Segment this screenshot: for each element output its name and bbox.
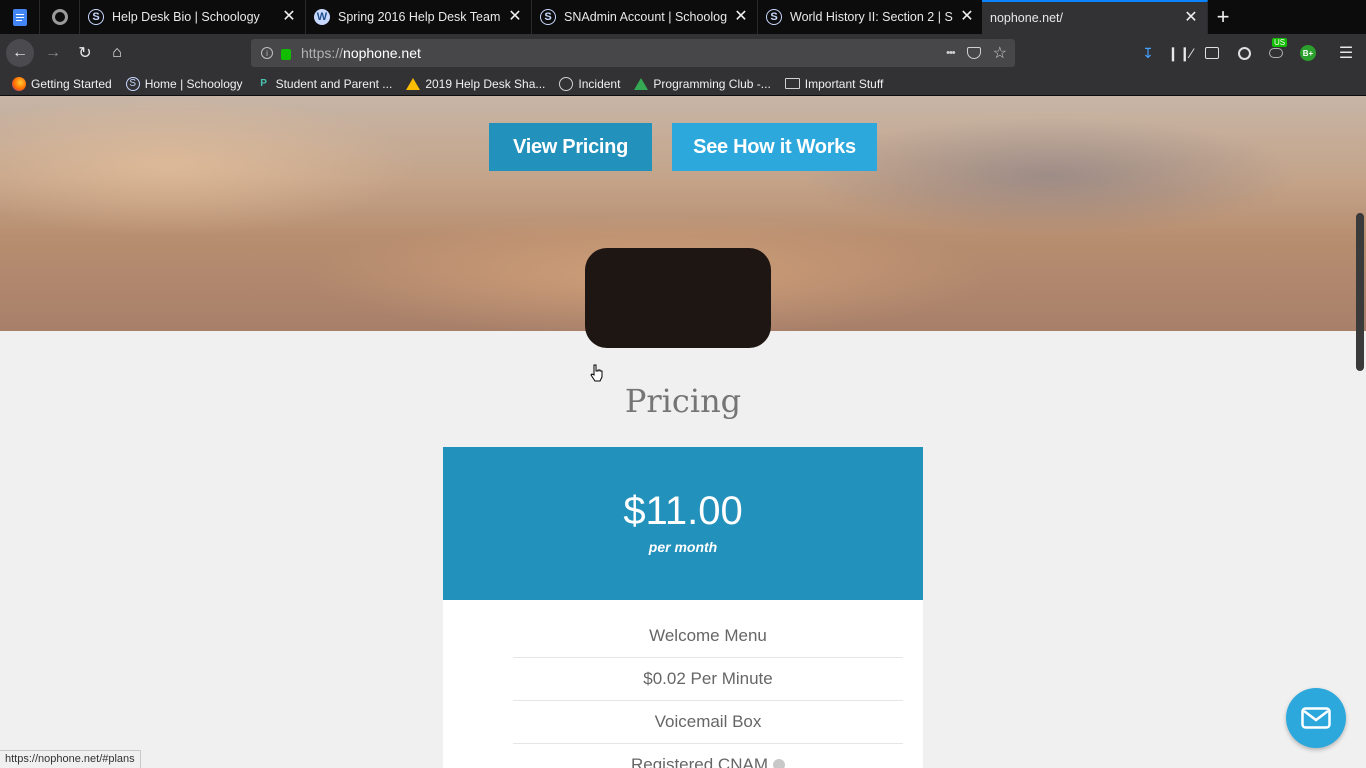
bookmark-important-stuff[interactable]: Important Stuff	[784, 76, 884, 91]
bookmark-label: Incident	[578, 76, 621, 91]
page-scrollbar-thumb[interactable]	[1356, 213, 1364, 371]
bookmark-label: Student and Parent ...	[275, 76, 393, 91]
url-scheme: https://	[301, 45, 344, 61]
pearson-icon: P	[260, 78, 267, 89]
info-icon[interactable]: i	[261, 47, 273, 59]
navigation-toolbar: ← → ↻ ⌂ i https:// nophone.net ••• ☆ ↧ ❙…	[0, 34, 1366, 72]
bookmark-star-icon[interactable]: ☆	[993, 43, 1007, 63]
reload-button[interactable]: ↻	[71, 39, 99, 67]
feature-item: $0.02 Per Minute	[513, 658, 903, 701]
profile-badge: B+	[1300, 45, 1316, 61]
feature-label: Registered CNAM	[631, 755, 768, 768]
page-scrollbar-track[interactable]	[1354, 96, 1366, 768]
pinned-tab-sync[interactable]	[40, 0, 80, 34]
feature-item: Registered CNAM	[513, 744, 903, 768]
hero-cloud	[0, 96, 420, 236]
back-button[interactable]: ←	[6, 39, 34, 67]
tab-spring-2016[interactable]: W Spring 2016 Help Desk Team – ✕	[306, 0, 532, 34]
hand-cursor-icon	[590, 364, 603, 382]
page-actions-icon[interactable]: •••	[946, 47, 956, 59]
browser-window: S Help Desk Bio | Schoology ✕ W Spring 2…	[0, 0, 1366, 768]
reload-icon: ↻	[78, 45, 92, 62]
tab-snadmin[interactable]: S SNAdmin Account | Schoology ✕	[532, 0, 758, 34]
feature-item: Welcome Menu	[513, 615, 903, 658]
tab-title: Help Desk Bio | Schoology	[112, 10, 260, 24]
bookmark-programming-club[interactable]: Programming Club -...	[634, 76, 771, 91]
sync-icon	[51, 9, 68, 25]
price-card-header: $11.00 per month	[443, 447, 923, 600]
downloads-icon[interactable]: ↧	[1138, 43, 1158, 63]
schoology-icon: S	[88, 9, 104, 25]
profile-avatar[interactable]: B+	[1298, 43, 1318, 63]
tab-title: Spring 2016 Help Desk Team –	[338, 10, 501, 24]
see-how-it-works-button[interactable]: See How it Works	[672, 123, 877, 171]
library-icon[interactable]: ❙❙⁄	[1167, 43, 1193, 63]
home-icon: ⌂	[112, 44, 122, 61]
home-button[interactable]: ⌂	[103, 39, 131, 67]
bookmark-label: Programming Club -...	[653, 76, 771, 91]
bookmark-home-schoology[interactable]: S Home | Schoology	[125, 76, 243, 91]
tab-title: World History II: Section 2 | Sch	[790, 10, 953, 24]
hamburger-menu-icon[interactable]: ☰	[1336, 43, 1356, 63]
google-drive-icon	[406, 77, 421, 90]
tab-nophone[interactable]: nophone.net/ ✕	[982, 0, 1208, 34]
pocket-icon[interactable]	[966, 47, 981, 59]
schoology-icon: S	[540, 9, 556, 25]
sidebar-icon[interactable]	[1202, 43, 1222, 63]
help-icon[interactable]	[773, 759, 785, 768]
firefox-icon	[12, 76, 26, 91]
pricing-heading: Pricing	[624, 382, 742, 420]
tab-title: nophone.net/	[990, 11, 1063, 25]
lock-icon[interactable]	[281, 48, 291, 60]
extension-badge: US	[1272, 38, 1288, 47]
view-pricing-button[interactable]: View Pricing	[489, 123, 652, 171]
contact-mail-button[interactable]	[1286, 688, 1346, 748]
tab-title: SNAdmin Account | Schoology	[564, 10, 727, 24]
bookmarks-toolbar: Getting Started S Home | Schoology P Stu…	[0, 72, 1366, 96]
price-period: per month	[648, 539, 718, 555]
url-host: nophone.net	[343, 45, 421, 61]
extension-icon[interactable]: US	[1266, 38, 1288, 63]
feature-item: Voicemail Box	[513, 701, 903, 744]
new-tab-button[interactable]: +	[1208, 0, 1238, 34]
price-amount: $11.00	[623, 489, 743, 533]
close-icon[interactable]: ✕	[281, 9, 297, 25]
bookmark-label: Getting Started	[31, 76, 112, 91]
hero-section: View Pricing See How it Works	[0, 96, 1366, 348]
url-bar[interactable]: i https:// nophone.net ••• ☆	[251, 39, 1015, 67]
schoology-icon: S	[125, 76, 140, 91]
phone-image	[585, 248, 771, 348]
folder-icon	[784, 78, 800, 89]
forward-button[interactable]: →	[39, 39, 67, 67]
price-card-features: Welcome Menu $0.02 Per Minute Voicemail …	[443, 600, 923, 768]
pinned-tab-docs[interactable]	[0, 0, 40, 34]
google-docs-icon	[12, 8, 27, 26]
bookmark-getting-started[interactable]: Getting Started	[12, 76, 112, 91]
close-icon[interactable]: ✕	[959, 9, 975, 25]
bookmark-incident[interactable]: Incident	[559, 76, 621, 91]
globe-icon	[559, 76, 574, 91]
google-drive-icon	[634, 77, 649, 90]
arrow-right-icon: →	[45, 44, 61, 61]
envelope-icon	[1301, 707, 1331, 729]
bookmark-label: 2019 Help Desk Sha...	[425, 76, 546, 91]
status-bar-url: https://nophone.net/#plans	[0, 750, 141, 768]
account-icon[interactable]	[1234, 43, 1254, 63]
tab-strip: S Help Desk Bio | Schoology ✕ W Spring 2…	[0, 0, 1366, 34]
arrow-left-icon: ←	[12, 44, 28, 61]
bookmark-help-desk-share[interactable]: 2019 Help Desk Sha...	[406, 77, 545, 91]
page-content: View Pricing See How it Works Pricing $1…	[0, 96, 1366, 768]
tab-help-desk-bio[interactable]: S Help Desk Bio | Schoology ✕	[80, 0, 306, 34]
close-icon[interactable]: ✕	[733, 9, 749, 25]
close-icon[interactable]: ✕	[1183, 10, 1199, 26]
bookmark-label: Important Stuff	[804, 76, 884, 91]
bookmark-student-parent[interactable]: P Student and Parent ...	[257, 76, 393, 91]
tab-world-history[interactable]: S World History II: Section 2 | Sch ✕	[758, 0, 984, 34]
close-icon[interactable]: ✕	[507, 9, 523, 25]
bookmark-label: Home | Schoology	[144, 76, 243, 91]
schoology-icon: S	[766, 9, 782, 25]
wordpress-icon: W	[314, 9, 330, 25]
